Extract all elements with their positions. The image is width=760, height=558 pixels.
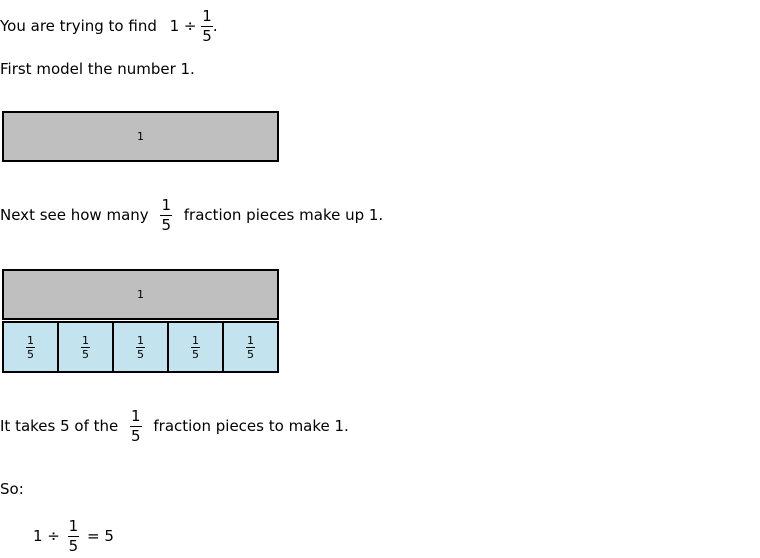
equation-fraction: 1 5 [67, 517, 80, 555]
fraction-numerator: 1 [81, 333, 90, 348]
step3-fraction: 1 5 [130, 409, 142, 444]
fraction-denominator: 5 [161, 216, 171, 234]
fraction-denominator: 5 [131, 427, 141, 445]
step2-fraction: 1 5 [160, 198, 172, 233]
piece-fraction: 1 5 [136, 335, 145, 360]
fraction-denominator: 5 [202, 27, 212, 45]
fraction-denominator: 5 [247, 347, 254, 361]
whole-bar-2: 1 [2, 269, 279, 320]
equation: 1 ÷ 1 5 = 5 [33, 519, 114, 554]
equation-right: = 5 [87, 527, 114, 545]
fraction-piece-3: 1 5 [112, 321, 169, 373]
fraction-piece-1: 1 5 [2, 321, 59, 373]
fraction-numerator: 1 [160, 196, 172, 216]
piece-fraction: 1 5 [191, 335, 200, 360]
fraction-numerator: 1 [191, 333, 200, 348]
step3-prefix: It takes 5 of the [0, 417, 119, 435]
fraction-numerator: 1 [201, 7, 213, 27]
whole-bar: 1 [2, 111, 279, 162]
intro-expression-left: 1 ÷ [169, 17, 197, 35]
fraction-denominator: 5 [68, 537, 79, 555]
fraction-numerator: 1 [136, 333, 145, 348]
fraction-numerator: 1 [26, 333, 35, 348]
step3-suffix: fraction pieces to make 1. [153, 417, 349, 435]
piece-fraction: 1 5 [26, 335, 35, 360]
intro-suffix: . [212, 17, 218, 35]
step2-prefix: Next see how many [0, 206, 149, 224]
fraction-piece-4: 1 5 [167, 321, 224, 373]
fraction-numerator: 1 [67, 517, 80, 537]
fraction-numerator: 1 [246, 333, 255, 348]
intro-prefix: You are trying to find [0, 17, 157, 35]
step1-text: First model the number 1. [0, 60, 195, 78]
intro-line: You are trying to find 1 ÷ 1 5 . [0, 9, 218, 44]
step3-line: It takes 5 of the 1 5 fraction pieces to… [0, 409, 349, 444]
fraction-denominator: 5 [137, 347, 144, 361]
intro-fraction: 1 5 [201, 9, 213, 44]
fraction-piece-5: 1 5 [222, 321, 279, 373]
equation-left: 1 ÷ [33, 527, 60, 545]
fraction-numerator: 1 [130, 407, 142, 427]
so-text: So: [0, 480, 24, 498]
whole-bar-label: 1 [137, 288, 144, 301]
fraction-piece-2: 1 5 [57, 321, 114, 373]
piece-fraction: 1 5 [81, 335, 90, 360]
step2-line: Next see how many 1 5 fraction pieces ma… [0, 198, 383, 233]
fraction-denominator: 5 [192, 347, 199, 361]
whole-bar-label: 1 [137, 130, 144, 143]
fraction-denominator: 5 [27, 347, 34, 361]
step2-suffix: fraction pieces make up 1. [183, 206, 384, 224]
fraction-denominator: 5 [82, 347, 89, 361]
piece-fraction: 1 5 [246, 335, 255, 360]
